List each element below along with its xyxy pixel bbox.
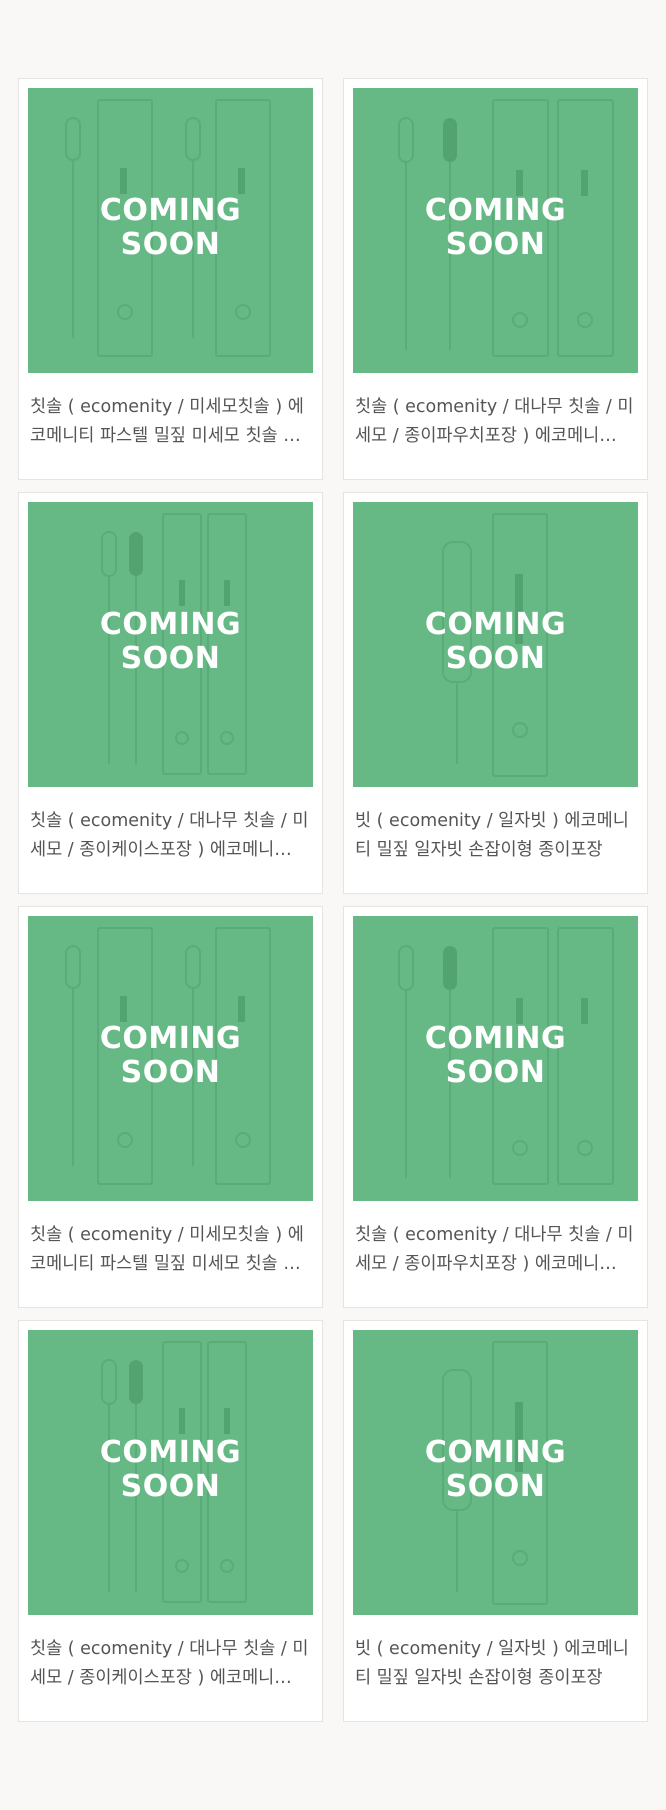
- product-thumbnail[interactable]: COMING SOON: [28, 88, 313, 373]
- product-title[interactable]: 빗 ( ecomenity / 일자빗 ) 에코메니티 밀짚 일자빗 손잡이형 …: [355, 807, 636, 865]
- product-title[interactable]: 빗 ( ecomenity / 일자빗 ) 에코메니티 밀짚 일자빗 손잡이형 …: [355, 1635, 636, 1693]
- product-title[interactable]: 칫솔 ( ecomenity / 대나무 칫솔 / 미세모 / 종이파우치포장 …: [355, 1221, 636, 1279]
- product-thumbnail[interactable]: COMING SOON: [353, 1330, 638, 1615]
- product-thumbnail[interactable]: COMING SOON: [353, 88, 638, 373]
- product-title[interactable]: 칫솔 ( ecomenity / 대나무 칫솔 / 미세모 / 종이케이스포장 …: [30, 1635, 311, 1693]
- coming-soon-badge: COMING SOON: [99, 193, 242, 262]
- coming-soon-badge: COMING SOON: [99, 1435, 242, 1504]
- product-thumbnail[interactable]: COMING SOON: [28, 1330, 313, 1615]
- product-thumbnail[interactable]: COMING SOON: [353, 916, 638, 1201]
- product-card[interactable]: COMING SOON 칫솔 ( ecomenity / 미세모칫솔 ) 에코메…: [18, 78, 323, 480]
- product-title[interactable]: 칫솔 ( ecomenity / 미세모칫솔 ) 에코메니티 파스텔 밀짚 미세…: [30, 1221, 311, 1279]
- product-thumbnail[interactable]: COMING SOON: [28, 916, 313, 1201]
- product-card[interactable]: COMING SOON 칫솔 ( ecomenity / 미세모칫솔 ) 에코메…: [18, 906, 323, 1308]
- product-card[interactable]: COMING SOON 칫솔 ( ecomenity / 대나무 칫솔 / 미세…: [343, 78, 648, 480]
- coming-soon-badge: COMING SOON: [424, 607, 567, 676]
- product-card[interactable]: COMING SOON 칫솔 ( ecomenity / 대나무 칫솔 / 미세…: [18, 1320, 323, 1722]
- coming-soon-badge: COMING SOON: [99, 1021, 242, 1090]
- coming-soon-badge: COMING SOON: [424, 1021, 567, 1090]
- coming-soon-badge: COMING SOON: [99, 607, 242, 676]
- coming-soon-badge: COMING SOON: [424, 1435, 567, 1504]
- product-card[interactable]: COMING SOON 칫솔 ( ecomenity / 대나무 칫솔 / 미세…: [343, 906, 648, 1308]
- product-thumbnail[interactable]: COMING SOON: [353, 502, 638, 787]
- product-card[interactable]: COMING SOON 빗 ( ecomenity / 일자빗 ) 에코메니티 …: [343, 1320, 648, 1722]
- product-card[interactable]: COMING SOON 칫솔 ( ecomenity / 대나무 칫솔 / 미세…: [18, 492, 323, 894]
- product-title[interactable]: 칫솔 ( ecomenity / 대나무 칫솔 / 미세모 / 종이파우치포장 …: [355, 393, 636, 451]
- product-thumbnail[interactable]: COMING SOON: [28, 502, 313, 787]
- product-grid: COMING SOON 칫솔 ( ecomenity / 미세모칫솔 ) 에코메…: [18, 78, 648, 1722]
- coming-soon-badge: COMING SOON: [424, 193, 567, 262]
- product-title[interactable]: 칫솔 ( ecomenity / 미세모칫솔 ) 에코메니티 파스텔 밀짚 미세…: [30, 393, 311, 451]
- product-card[interactable]: COMING SOON 빗 ( ecomenity / 일자빗 ) 에코메니티 …: [343, 492, 648, 894]
- product-title[interactable]: 칫솔 ( ecomenity / 대나무 칫솔 / 미세모 / 종이케이스포장 …: [30, 807, 311, 865]
